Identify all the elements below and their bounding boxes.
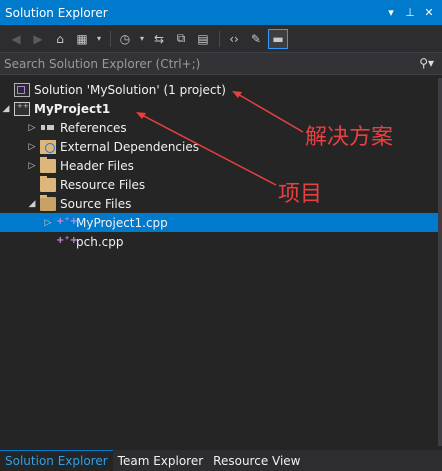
solution-annotation: 解决方案 xyxy=(305,125,394,150)
tab-solution-explorer[interactable]: Solution Explorer xyxy=(0,450,113,471)
project-arrowhead xyxy=(136,112,146,119)
panel-edge xyxy=(438,78,442,446)
solution-arrowhead xyxy=(232,91,242,98)
tab-team-explorer[interactable]: Team Explorer xyxy=(113,450,209,471)
project-arrow xyxy=(139,113,277,186)
solution-arrow xyxy=(235,92,304,133)
tab-resource-view[interactable]: Resource View xyxy=(208,450,305,471)
annotation-arrows xyxy=(136,91,304,186)
bottom-tabs: Solution Explorer Team Explorer Resource… xyxy=(0,450,442,471)
project-annotation: 项目 xyxy=(278,182,323,207)
